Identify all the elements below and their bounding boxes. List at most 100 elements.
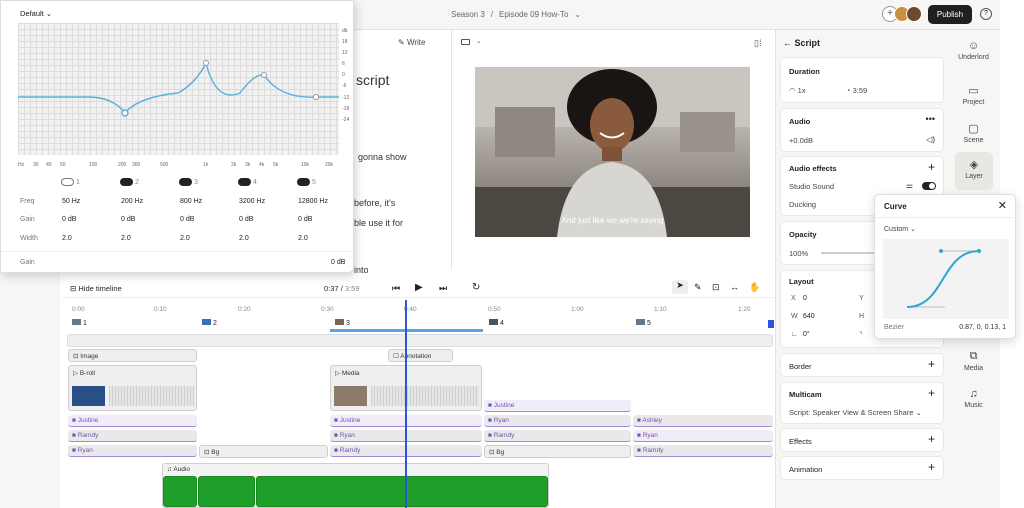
band-toggle-1[interactable]: 1 (61, 178, 80, 186)
opacity-value[interactable]: 100% (789, 249, 808, 258)
breadcrumb-current[interactable]: Episode 09 How-To (499, 10, 568, 19)
more-icon[interactable]: ••• (926, 114, 935, 124)
audio-clip[interactable]: ♫ Audio (162, 463, 549, 508)
script-editor[interactable] (355, 30, 452, 270)
broll-clip[interactable]: ▷ B-roll (68, 365, 197, 411)
sidebar-item-media[interactable]: ⧉ Media (947, 350, 1000, 372)
band-gain-field[interactable]: 0 dB (239, 216, 253, 223)
band-toggle-3[interactable]: 3 (179, 178, 198, 186)
hide-timeline-button[interactable]: ⊟ Hide timeline (70, 284, 122, 293)
band-width-field[interactable]: 2.0 (62, 235, 72, 242)
hand-tool-icon[interactable]: ✋ (749, 282, 760, 293)
band-freq-field[interactable]: 200 Hz (121, 198, 143, 205)
band-gain-field[interactable]: 0 dB (180, 216, 194, 223)
add-icon[interactable]: + (928, 160, 935, 174)
animation-card[interactable]: Animation + (780, 456, 944, 480)
speaker-clip[interactable]: ■ Ramdy (68, 430, 197, 442)
layout-icon[interactable] (461, 39, 470, 45)
eq-preset-select[interactable]: Default ⌄ (20, 9, 52, 18)
band-gain-field[interactable]: 0 dB (121, 216, 135, 223)
sidebar-item-underlord[interactable]: ☺ Underlord (947, 40, 1000, 61)
curve-handle[interactable] (977, 249, 981, 253)
band-toggle-4[interactable]: 4 (238, 178, 257, 186)
sidebar-item-layer[interactable]: ◈ Layer (955, 152, 993, 190)
sidebar-item-music[interactable]: ♫ Music (947, 388, 1000, 409)
scene-marker[interactable]: 3 (335, 319, 350, 327)
band-gain-field[interactable]: 0 dB (62, 216, 76, 223)
fit-icon[interactable]: ⊡ (712, 282, 720, 293)
script-line[interactable]: before, it's (354, 198, 395, 208)
publish-button[interactable]: Publish (928, 5, 972, 24)
breadcrumb-parent[interactable]: Season 3 (451, 10, 485, 19)
eq-band-handle[interactable] (313, 94, 319, 100)
band-toggle-5[interactable]: 5 (297, 178, 316, 186)
collaborator-avatars[interactable]: + (882, 6, 922, 22)
eq-band-handle[interactable] (261, 72, 267, 78)
speaker-clip[interactable]: ■ Ramdy (484, 430, 631, 442)
add-icon[interactable]: + (928, 432, 935, 446)
opacity-slider[interactable] (821, 252, 881, 254)
speaker-clip[interactable]: ■ Ryan (68, 445, 197, 457)
curve-preset-select[interactable]: Custom ⌄ (884, 225, 916, 233)
scene-track[interactable] (67, 334, 773, 347)
select-tool-icon[interactable]: ➤ (672, 280, 688, 294)
help-icon[interactable]: ? (980, 8, 992, 20)
speaker-clip[interactable]: ■ Ryan (633, 430, 773, 442)
skip-back-icon[interactable]: ⏮ (392, 283, 400, 294)
write-button[interactable]: ✎ Write (398, 38, 425, 47)
duration-field[interactable]: ◔ 3:59 (846, 86, 867, 95)
speaker-clip[interactable]: ■ Ryan (484, 415, 631, 427)
scene-marker[interactable] (768, 320, 774, 328)
script-line[interactable]: into (354, 265, 369, 275)
pen-tool-icon[interactable]: ✎ (694, 282, 702, 293)
eq-graph[interactable] (18, 23, 339, 155)
band-gain-field[interactable]: 0 dB (298, 216, 312, 223)
band-width-field[interactable]: 2.0 (180, 235, 190, 242)
chevron-down-icon[interactable]: ⌄ (574, 10, 581, 19)
scene-marker[interactable]: 4 (489, 319, 504, 327)
time-ruler[interactable]: 0:00 0:10 0:20 0:30 0:40 0:50 1:00 1:10 … (62, 306, 774, 316)
master-gain-value[interactable]: 0 dB (331, 259, 345, 266)
add-icon[interactable]: + (928, 386, 935, 400)
scene-marker[interactable]: 1 (72, 319, 87, 327)
script-heading[interactable]: script (356, 72, 389, 88)
panel-toggle-icon[interactable]: ▯⁞ (754, 38, 761, 49)
skip-forward-icon[interactable]: ⏭ (439, 283, 447, 294)
annotation-clip[interactable]: ☐ Annotation (388, 349, 453, 362)
band-freq-field[interactable]: 800 Hz (180, 198, 202, 205)
video-preview[interactable]: And just like we we're saying (475, 67, 750, 237)
add-icon[interactable]: + (928, 460, 935, 474)
studio-sound-toggle[interactable] (922, 182, 936, 190)
avatar[interactable] (906, 6, 922, 22)
sidebar-item-scene[interactable]: ▢ Scene (947, 122, 1000, 144)
eq-curve[interactable] (18, 23, 339, 155)
band-freq-field[interactable]: 50 Hz (62, 198, 80, 205)
scene-marker[interactable]: 5 (636, 319, 651, 327)
playhead[interactable] (405, 300, 407, 508)
back-arrow-icon[interactable]: ← (783, 38, 795, 48)
speed-field[interactable]: ◠ 1x (789, 86, 806, 95)
eq-band-handle[interactable] (121, 109, 129, 117)
w-field[interactable]: 640 (803, 313, 815, 320)
effects-card[interactable]: Effects + (780, 428, 944, 452)
band-width-field[interactable]: 2.0 (121, 235, 131, 242)
speaker-icon[interactable]: ◁) (926, 135, 935, 144)
band-toggle-2[interactable]: 2 (120, 178, 139, 186)
band-freq-field[interactable]: 12800 Hz (298, 198, 328, 205)
bg-clip[interactable]: ⊡ Bg (199, 445, 328, 458)
sliders-icon[interactable]: ⚌ (906, 181, 913, 190)
bezier-value[interactable]: 0.87, 0, 0.13, 1 (959, 324, 1006, 331)
image-clip[interactable]: ⊡ Image (68, 349, 197, 362)
curve-editor[interactable] (883, 239, 1009, 319)
multicam-select[interactable]: Script: Speaker View & Screen Share ⌄ (789, 408, 922, 417)
audio-gain-value[interactable]: +0.0dB (789, 136, 813, 145)
scene-marker[interactable]: 2 (202, 319, 217, 327)
bg-clip[interactable]: ⊡ Bg (484, 445, 631, 458)
border-card[interactable]: Border + (780, 353, 944, 377)
band-width-field[interactable]: 2.0 (298, 235, 308, 242)
curve-handle[interactable] (939, 249, 943, 253)
add-icon[interactable]: + (928, 357, 935, 371)
speaker-clip[interactable]: ■ Ashley (633, 415, 773, 427)
script-line[interactable]: ble use it for (354, 218, 403, 228)
rotation-field[interactable]: 0° (803, 331, 810, 338)
